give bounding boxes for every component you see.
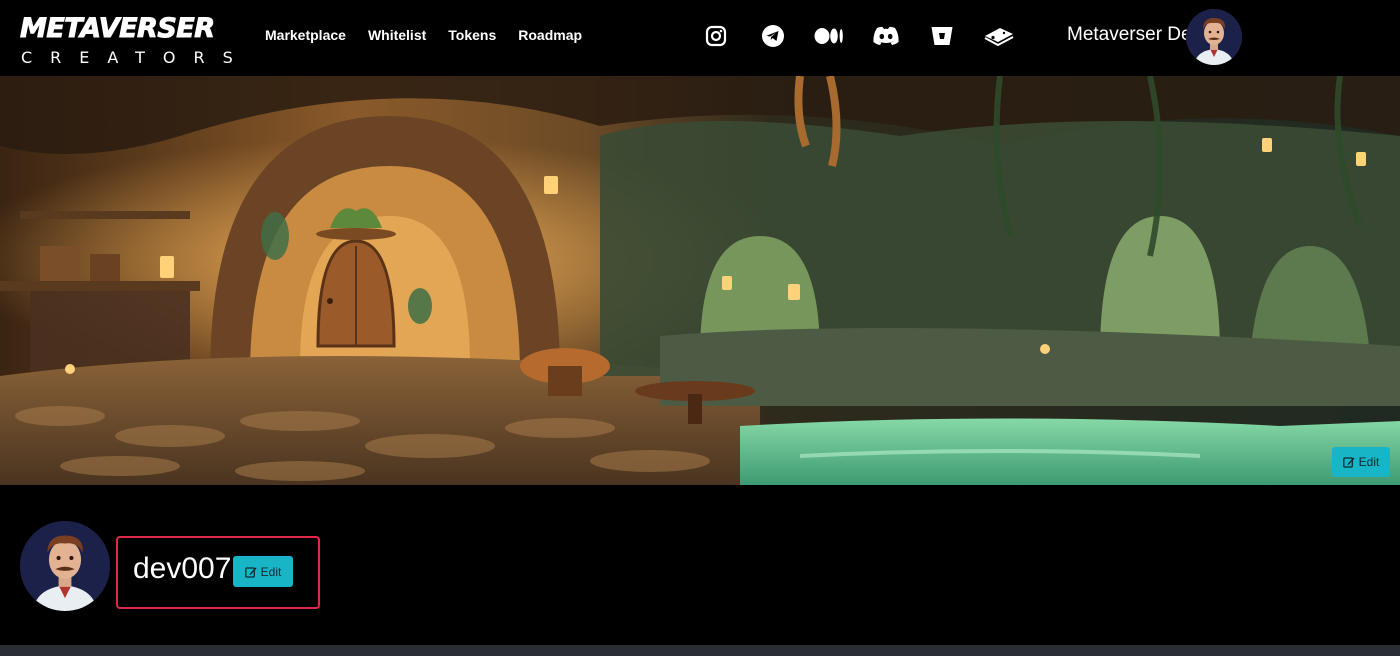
main-nav: Marketplace Whitelist Tokens Roadmap [265,25,604,45]
banner-illustration [0,76,1400,485]
user-display-name[interactable]: Metaverser Dev [1067,23,1201,47]
gitbook-icon[interactable] [982,20,1016,52]
cover-banner [0,76,1400,485]
edit-icon [244,566,257,578]
edit-username-button[interactable]: Edit [233,556,293,587]
medium-icon[interactable] [812,20,846,52]
profile-username: dev007 [133,552,232,585]
nav-link-tokens[interactable]: Tokens [448,25,496,45]
nav-link-whitelist[interactable]: Whitelist [368,25,426,45]
profile-avatar[interactable] [20,521,110,611]
instagram-icon[interactable] [699,20,733,52]
bottom-divider-bar [0,645,1400,656]
discord-icon[interactable] [869,20,903,52]
top-header: METAVERSER CREATORS Marketplace Whitelis… [0,0,1400,76]
user-avatar[interactable] [1186,9,1242,65]
site-logo[interactable]: METAVERSER CREATORS [20,13,233,70]
username-container: dev007 Edit [116,536,320,609]
nav-link-roadmap[interactable]: Roadmap [518,25,582,45]
logo-wordmark: METAVERSER [20,13,216,44]
logo-subtitle: CREATORS [21,48,251,67]
edit-banner-label: Edit [1358,455,1380,469]
telegram-icon[interactable] [756,20,790,52]
bitbucket-icon[interactable] [925,20,959,52]
edit-banner-button[interactable]: Edit [1332,447,1390,477]
nav-link-marketplace[interactable]: Marketplace [265,25,346,45]
edit-icon [1342,457,1355,468]
edit-username-label: Edit [260,564,282,579]
